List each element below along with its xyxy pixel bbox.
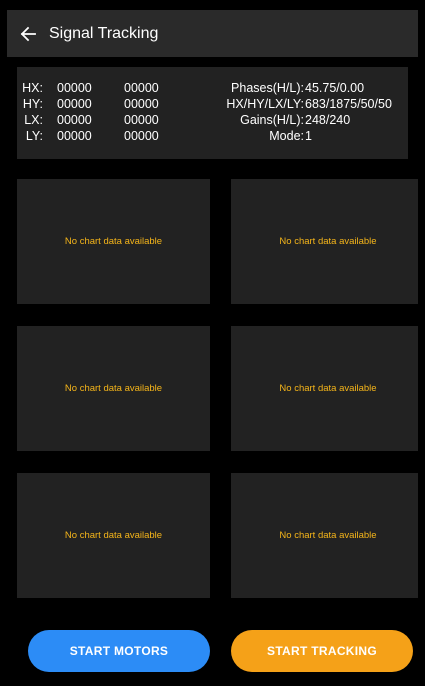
status-value: 45.75/0.00 (305, 81, 365, 95)
status-value: 1 (305, 129, 312, 143)
empty-chart-message: No chart data available (279, 530, 377, 541)
empty-chart-message: No chart data available (279, 236, 377, 247)
status-label: HX/HY/LX/LY: (226, 97, 304, 111)
start-motors-button[interactable]: START MOTORS (28, 630, 210, 672)
chart-panel-1: No chart data available (17, 179, 210, 304)
back-button[interactable] (7, 10, 49, 57)
chart-panel-2: No chart data available (231, 179, 418, 304)
app-screen: Signal Tracking HX: 00000 00000 HY: 0000… (7, 10, 418, 682)
readings-panel: HX: 00000 00000 HY: 00000 00000 LX: 0000… (17, 67, 408, 159)
status-row-mode: Mode: 1 (17, 128, 408, 144)
status-row-signals: HX/HY/LX/LY: 683/1875/50/50 (17, 96, 408, 112)
status-label: Mode: (269, 129, 304, 143)
status-value: 248/240 (305, 113, 351, 127)
start-tracking-button[interactable]: START TRACKING (231, 630, 413, 672)
app-bar: Signal Tracking (7, 10, 418, 57)
status-value: 683/1875/50/50 (305, 97, 392, 111)
status-label: Gains(H/L): (240, 113, 304, 127)
empty-chart-message: No chart data available (64, 236, 163, 247)
chart-panel-4: No chart data available (231, 326, 418, 451)
status-label: Phases(H/L): (231, 81, 304, 95)
empty-chart-message: No chart data available (64, 530, 163, 541)
page-title: Signal Tracking (49, 24, 159, 42)
empty-chart-message: No chart data available (64, 383, 163, 394)
chart-panel-5: No chart data available (17, 473, 210, 598)
empty-chart-message: No chart data available (279, 383, 377, 394)
chart-panel-3: No chart data available (17, 326, 210, 451)
chart-panel-6: No chart data available (231, 473, 418, 598)
status-row-phases: Phases(H/L): 45.75/0.00 (17, 80, 408, 96)
status-row-gains: Gains(H/L): 248/240 (17, 112, 408, 128)
arrow-left-icon (20, 26, 36, 41)
